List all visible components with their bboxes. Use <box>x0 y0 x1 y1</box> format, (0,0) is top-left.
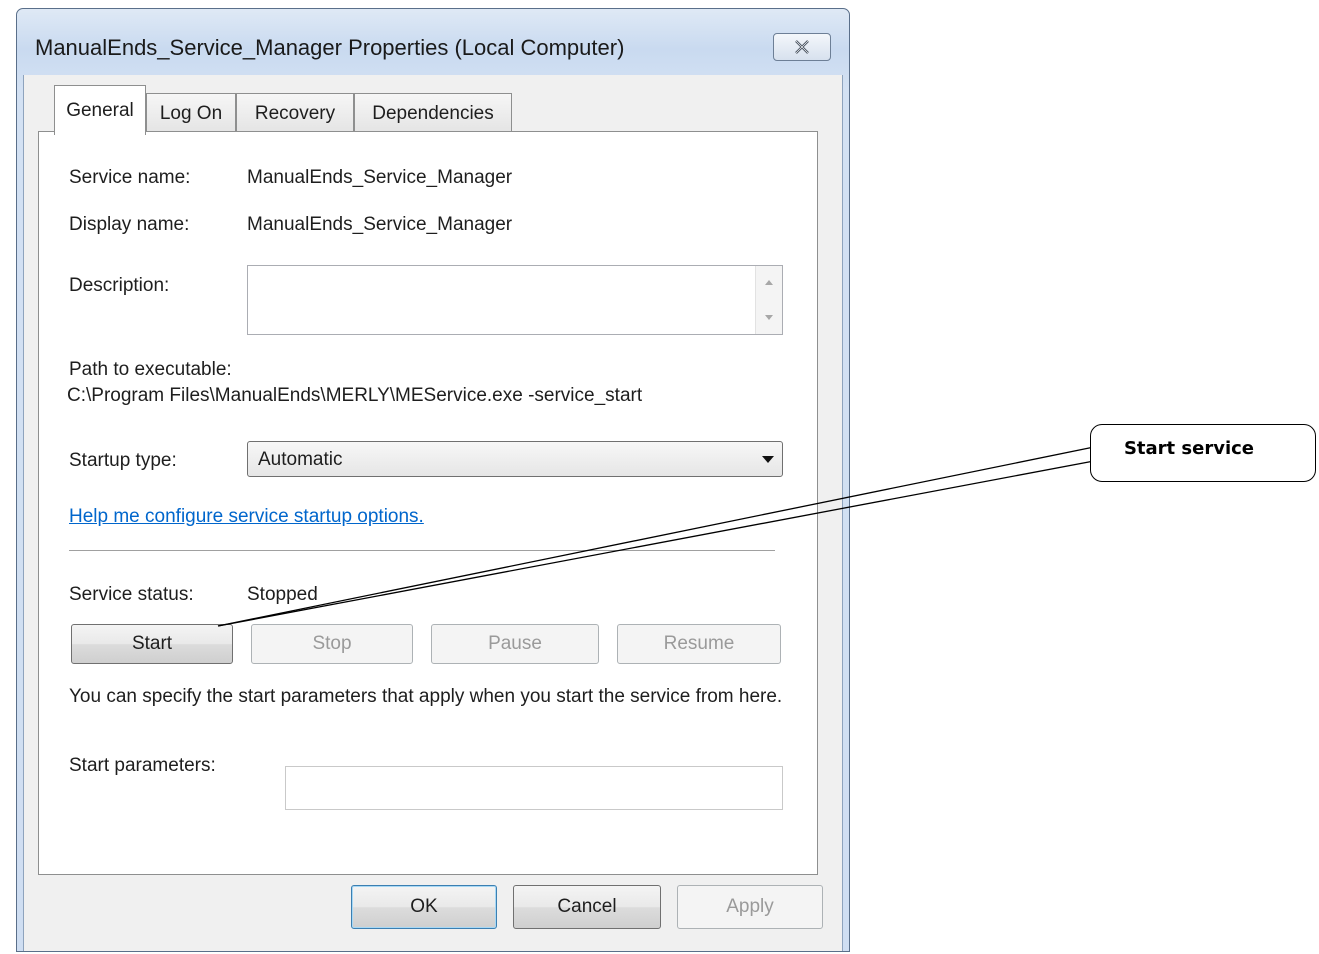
service-name-value: ManualEnds_Service_Manager <box>247 167 513 188</box>
properties-dialog: ManualEnds_Service_Manager Properties (L… <box>16 8 850 952</box>
close-button[interactable] <box>773 33 831 61</box>
ok-button[interactable]: OK <box>351 885 497 929</box>
description-field[interactable] <box>247 265 783 335</box>
path-value: C:\Program Files\ManualEnds\MERLY\MEServ… <box>67 385 643 406</box>
display-name-value: ManualEnds_Service_Manager <box>247 214 513 235</box>
start-button[interactable]: Start <box>71 624 233 664</box>
start-parameters-input[interactable] <box>285 766 783 810</box>
callout-label: Start service <box>1123 438 1255 459</box>
tab-label: General <box>66 100 134 121</box>
startup-type-value: Automatic <box>258 449 343 470</box>
description-label: Description: <box>69 275 170 296</box>
tab-log-on[interactable]: Log On <box>146 93 236 133</box>
tab-general[interactable]: General <box>54 85 146 135</box>
stop-button[interactable]: Stop <box>251 624 413 664</box>
help-configure-link[interactable]: Help me configure service startup option… <box>69 506 424 528</box>
scroll-up-icon[interactable] <box>765 280 773 285</box>
tab-dependencies[interactable]: Dependencies <box>354 93 512 133</box>
cancel-button[interactable]: Cancel <box>513 885 661 929</box>
general-tab-panel: Service name: ManualEnds_Service_Manager… <box>38 131 818 875</box>
service-status-value: Stopped <box>247 584 318 605</box>
tab-label: Recovery <box>254 102 336 124</box>
pause-button[interactable]: Pause <box>431 624 599 664</box>
chevron-down-icon <box>762 456 774 463</box>
tab-label: Log On <box>159 102 223 124</box>
dialog-client-area: General Log On Recovery Dependencies Ser… <box>23 75 843 951</box>
startup-type-select[interactable]: Automatic <box>247 441 783 477</box>
separator <box>69 550 775 551</box>
tab-recovery[interactable]: Recovery <box>236 93 354 133</box>
display-name-label: Display name: <box>69 214 190 235</box>
title-bar[interactable]: ManualEnds_Service_Manager Properties (L… <box>17 9 849 75</box>
start-parameters-label: Start parameters: <box>69 755 216 776</box>
service-status-label: Service status: <box>69 584 194 605</box>
description-scrollbar[interactable] <box>755 266 782 334</box>
scroll-down-icon[interactable] <box>765 315 773 320</box>
path-label: Path to executable: <box>69 359 232 380</box>
startup-type-label: Startup type: <box>69 450 177 471</box>
start-service-callout: Start service <box>1090 424 1316 482</box>
start-parameters-note: You can specify the start parameters tha… <box>69 686 783 707</box>
window-title: ManualEnds_Service_Manager Properties (L… <box>35 35 625 60</box>
service-name-label: Service name: <box>69 167 191 188</box>
resume-button[interactable]: Resume <box>617 624 781 664</box>
close-icon <box>795 40 809 54</box>
apply-button[interactable]: Apply <box>677 885 823 929</box>
tab-label: Dependencies <box>372 102 494 124</box>
